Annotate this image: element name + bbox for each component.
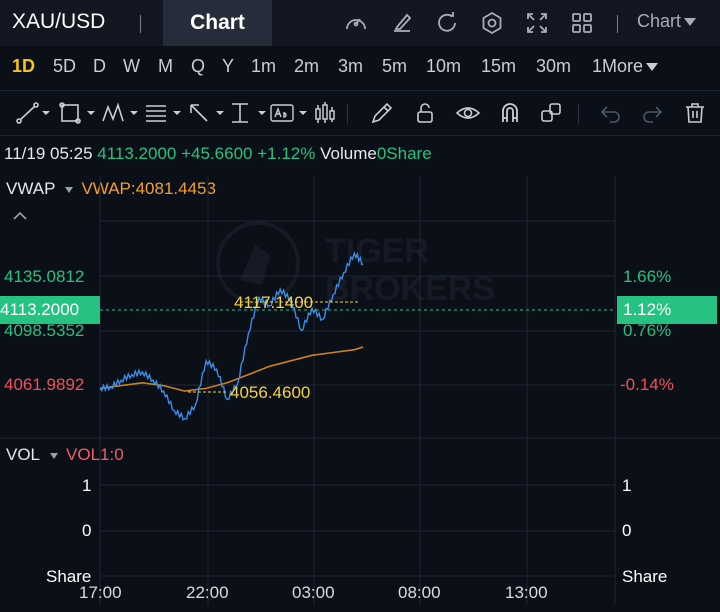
time-tick: 13:00 — [505, 583, 548, 602]
current-price-badge: 4113.2000 — [0, 296, 100, 324]
time-tick: 17:00 — [79, 583, 122, 602]
price-axis-low: 4061.9892 — [4, 375, 85, 394]
price-axis-mid: 4098.5352 — [4, 321, 85, 340]
low-annotation: 4056.4600 — [230, 383, 311, 402]
vol-axis-left-0: 0 — [82, 521, 92, 540]
vol-axis-right-0: 0 — [622, 521, 632, 540]
pct-axis-top: 1.66% — [623, 267, 672, 286]
watermark-line1: TIGER — [325, 232, 429, 270]
caret-down-icon — [50, 452, 59, 459]
vol-indicator-button[interactable]: VOL — [6, 445, 66, 464]
current-pct-badge: 1.12% — [617, 296, 717, 324]
vol-axis-right-1: 1 — [622, 476, 632, 495]
vol-axis-left-1: 1 — [82, 476, 92, 495]
vol-value: VOL1:0 — [66, 445, 124, 464]
vol-label: VOL — [6, 445, 41, 464]
time-tick: 22:00 — [186, 583, 229, 602]
vol-axis-right-unit: Share — [622, 567, 668, 586]
pct-axis-low: -0.14% — [620, 375, 674, 394]
price-chart[interactable]: TIGER BROKERS — [0, 0, 720, 612]
price-axis-top: 4135.0812 — [4, 267, 85, 286]
vol-indicator-row: VOL VOL1:0 — [6, 445, 124, 465]
pct-axis-mid: 0.76% — [623, 321, 672, 340]
time-tick: 08:00 — [398, 583, 441, 602]
time-tick: 03:00 — [292, 583, 335, 602]
high-annotation: 4117.1400 — [234, 293, 314, 312]
